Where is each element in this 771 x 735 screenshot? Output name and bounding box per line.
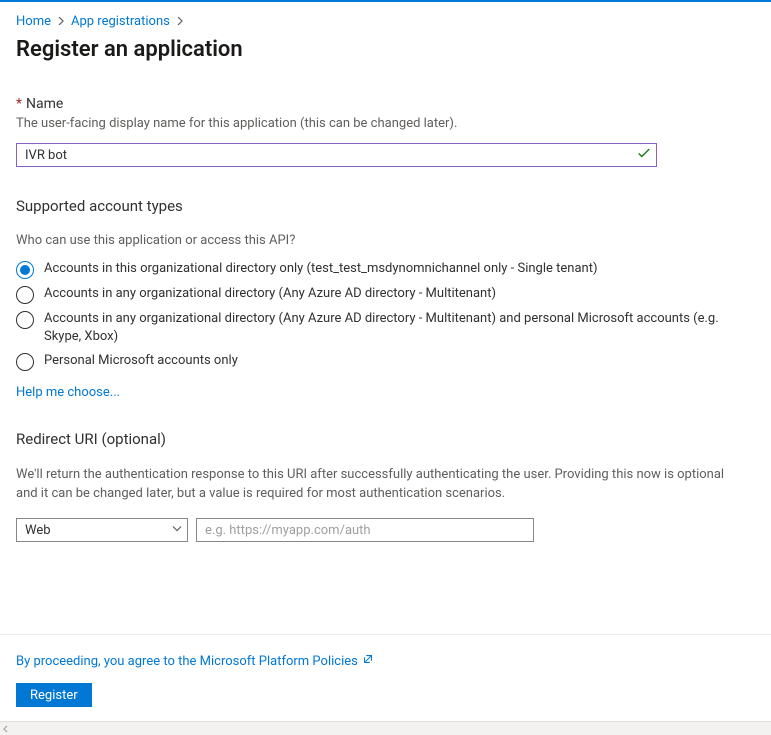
- name-description: The user-facing display name for this ap…: [16, 116, 755, 131]
- radio-label: Personal Microsoft accounts only: [44, 352, 238, 370]
- chevron-right-icon: [57, 14, 65, 29]
- radio-personal-only[interactable]: Personal Microsoft accounts only: [16, 352, 755, 371]
- radio-icon: [16, 286, 34, 304]
- horizontal-scrollbar[interactable]: [0, 721, 771, 735]
- register-button[interactable]: Register: [16, 683, 92, 707]
- radio-multitenant[interactable]: Accounts in any organizational directory…: [16, 285, 755, 304]
- radio-label: Accounts in any organizational directory…: [44, 285, 496, 303]
- help-me-choose-link[interactable]: Help me choose...: [16, 385, 120, 400]
- radio-icon: [16, 261, 34, 279]
- radio-label: Accounts in this organizational director…: [44, 260, 597, 278]
- breadcrumb: Home App registrations: [16, 14, 755, 29]
- platform-select[interactable]: Web: [16, 518, 188, 542]
- radio-icon: [16, 353, 34, 371]
- redirect-uri-heading: Redirect URI (optional): [16, 430, 755, 448]
- radio-single-tenant[interactable]: Accounts in this organizational director…: [16, 260, 755, 279]
- account-types-radio-group: Accounts in this organizational director…: [16, 260, 755, 371]
- name-input[interactable]: [16, 143, 657, 167]
- platform-policies-text: By proceeding, you agree to the Microsof…: [16, 654, 358, 669]
- chevron-right-icon: [176, 14, 184, 29]
- breadcrumb-item-home[interactable]: Home: [16, 14, 51, 29]
- platform-policies-link[interactable]: By proceeding, you agree to the Microsof…: [16, 653, 374, 669]
- redirect-uri-input[interactable]: [196, 518, 534, 542]
- account-types-subquestion: Who can use this application or access t…: [16, 233, 755, 248]
- account-types-heading: Supported account types: [16, 197, 755, 215]
- external-link-icon: [362, 653, 374, 669]
- page-title: Register an application: [16, 37, 755, 62]
- radio-label: Accounts in any organizational directory…: [44, 310, 755, 346]
- name-label: *Name: [16, 96, 755, 112]
- radio-icon: [16, 311, 34, 329]
- breadcrumb-item-app-registrations[interactable]: App registrations: [71, 14, 170, 29]
- radio-multitenant-personal[interactable]: Accounts in any organizational directory…: [16, 310, 755, 346]
- platform-select-value: Web: [25, 523, 51, 538]
- redirect-uri-description: We'll return the authentication response…: [16, 466, 736, 504]
